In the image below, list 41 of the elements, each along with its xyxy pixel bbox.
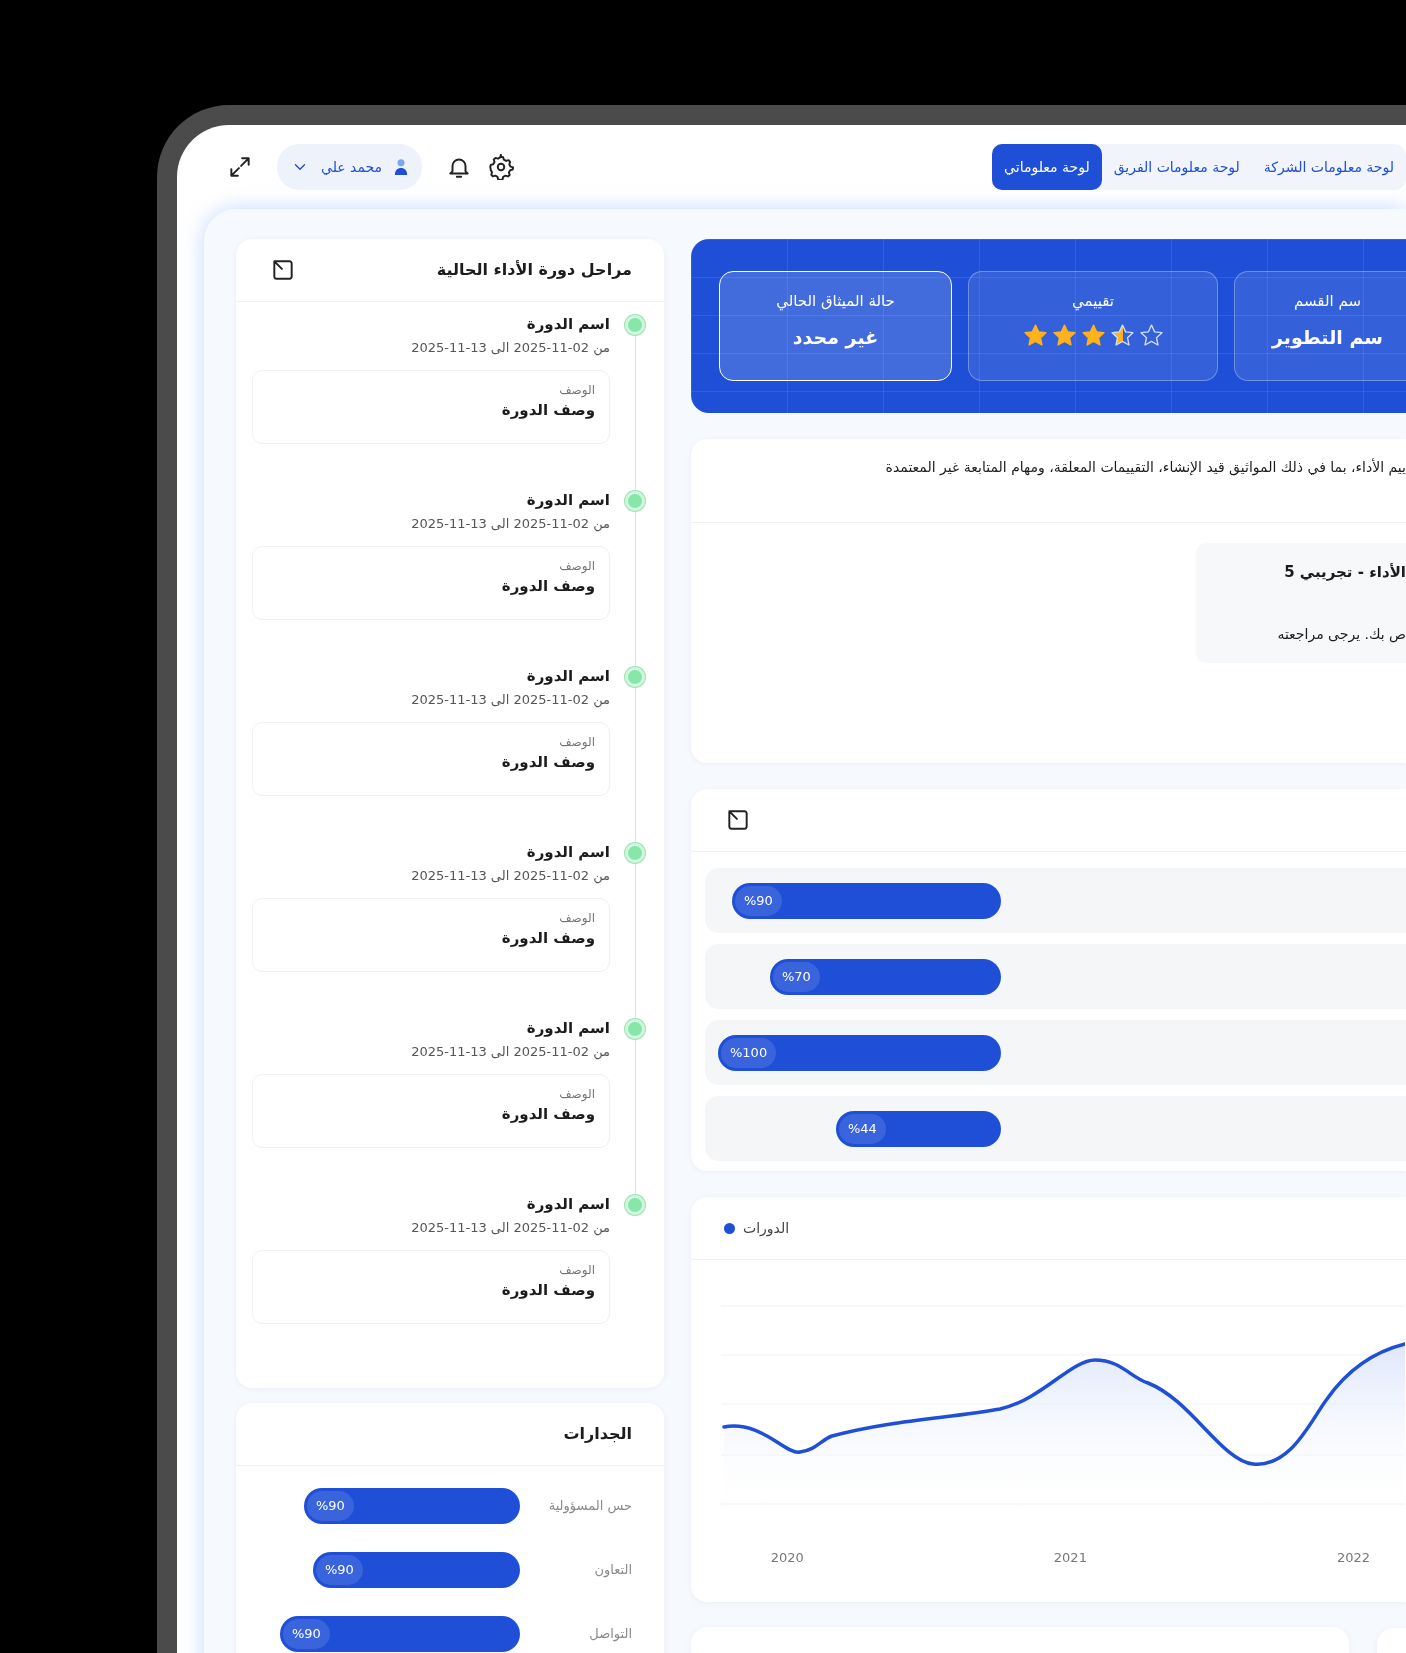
description-label: الوصف bbox=[558, 734, 595, 751]
item-text: ص بك. يرجى مراجعته bbox=[1277, 624, 1406, 645]
description-label: الوصف bbox=[558, 1086, 595, 1103]
stage-dates: من 02-11-2025 الى 13-11-2025 bbox=[410, 1219, 610, 1238]
competency-label: التواصل bbox=[588, 1625, 632, 1644]
item-title: الأداء - تجريبي 5 bbox=[1284, 562, 1406, 583]
summary-label: تقييمي bbox=[1072, 291, 1114, 313]
stage-name: اسم الدورة bbox=[525, 314, 610, 335]
stage-dates: من 02-11-2025 الى 13-11-2025 bbox=[410, 1043, 610, 1062]
stage-dates: من 02-11-2025 الى 13-11-2025 bbox=[410, 515, 610, 534]
stage-name: اسم الدورة bbox=[525, 490, 610, 511]
stage-dates: من 02-11-2025 الى 13-11-2025 bbox=[410, 867, 610, 886]
stage-dates: من 02-11-2025 الى 13-11-2025 bbox=[410, 691, 610, 710]
summary-value: سم التطوير bbox=[1272, 324, 1383, 351]
stage-name: اسم الدورة bbox=[525, 842, 610, 863]
description-text: وصف الدورة bbox=[500, 928, 595, 949]
summary-value: غير محدد bbox=[792, 324, 879, 351]
competency-label: التعاون bbox=[593, 1561, 632, 1580]
stage-name: اسم الدورة bbox=[525, 666, 610, 687]
card-title: الجدارات bbox=[563, 1423, 632, 1445]
description-label: الوصف bbox=[558, 382, 595, 399]
notice-text: ييم الأداء، بما في ذلك المواثيق قيد الإنشاء، التقييمات المعلقة، ومهام المتابعة غير المعتمدة bbox=[885, 457, 1406, 478]
description-text: وصف الدورة bbox=[500, 1104, 595, 1125]
description-label: الوصف bbox=[558, 558, 595, 575]
card-title: مراحل دورة الأداء الحالية bbox=[436, 259, 632, 281]
stage-dates: من 02-11-2025 الى 13-11-2025 bbox=[410, 339, 610, 358]
description-label: الوصف bbox=[558, 910, 595, 927]
axis-label: 2022 bbox=[1336, 1549, 1370, 1567]
description-text: وصف الدورة bbox=[500, 752, 595, 773]
legend-label: الدورات bbox=[743, 1218, 790, 1239]
description-text: وصف الدورة bbox=[500, 576, 595, 597]
summary-label: حالة الميثاق الحالي bbox=[776, 291, 895, 313]
description-label: الوصف bbox=[558, 1262, 595, 1279]
competency-label: حس المسؤولية bbox=[547, 1497, 632, 1516]
summary-label: سم القسم bbox=[1294, 291, 1361, 312]
axis-label: 2021 bbox=[1053, 1549, 1087, 1567]
description-text: وصف الدورة bbox=[500, 400, 595, 421]
stage-name: اسم الدورة bbox=[525, 1018, 610, 1039]
stage-name: اسم الدورة bbox=[525, 1194, 610, 1215]
description-text: وصف الدورة bbox=[500, 1280, 595, 1301]
axis-label: 2020 bbox=[770, 1549, 804, 1567]
